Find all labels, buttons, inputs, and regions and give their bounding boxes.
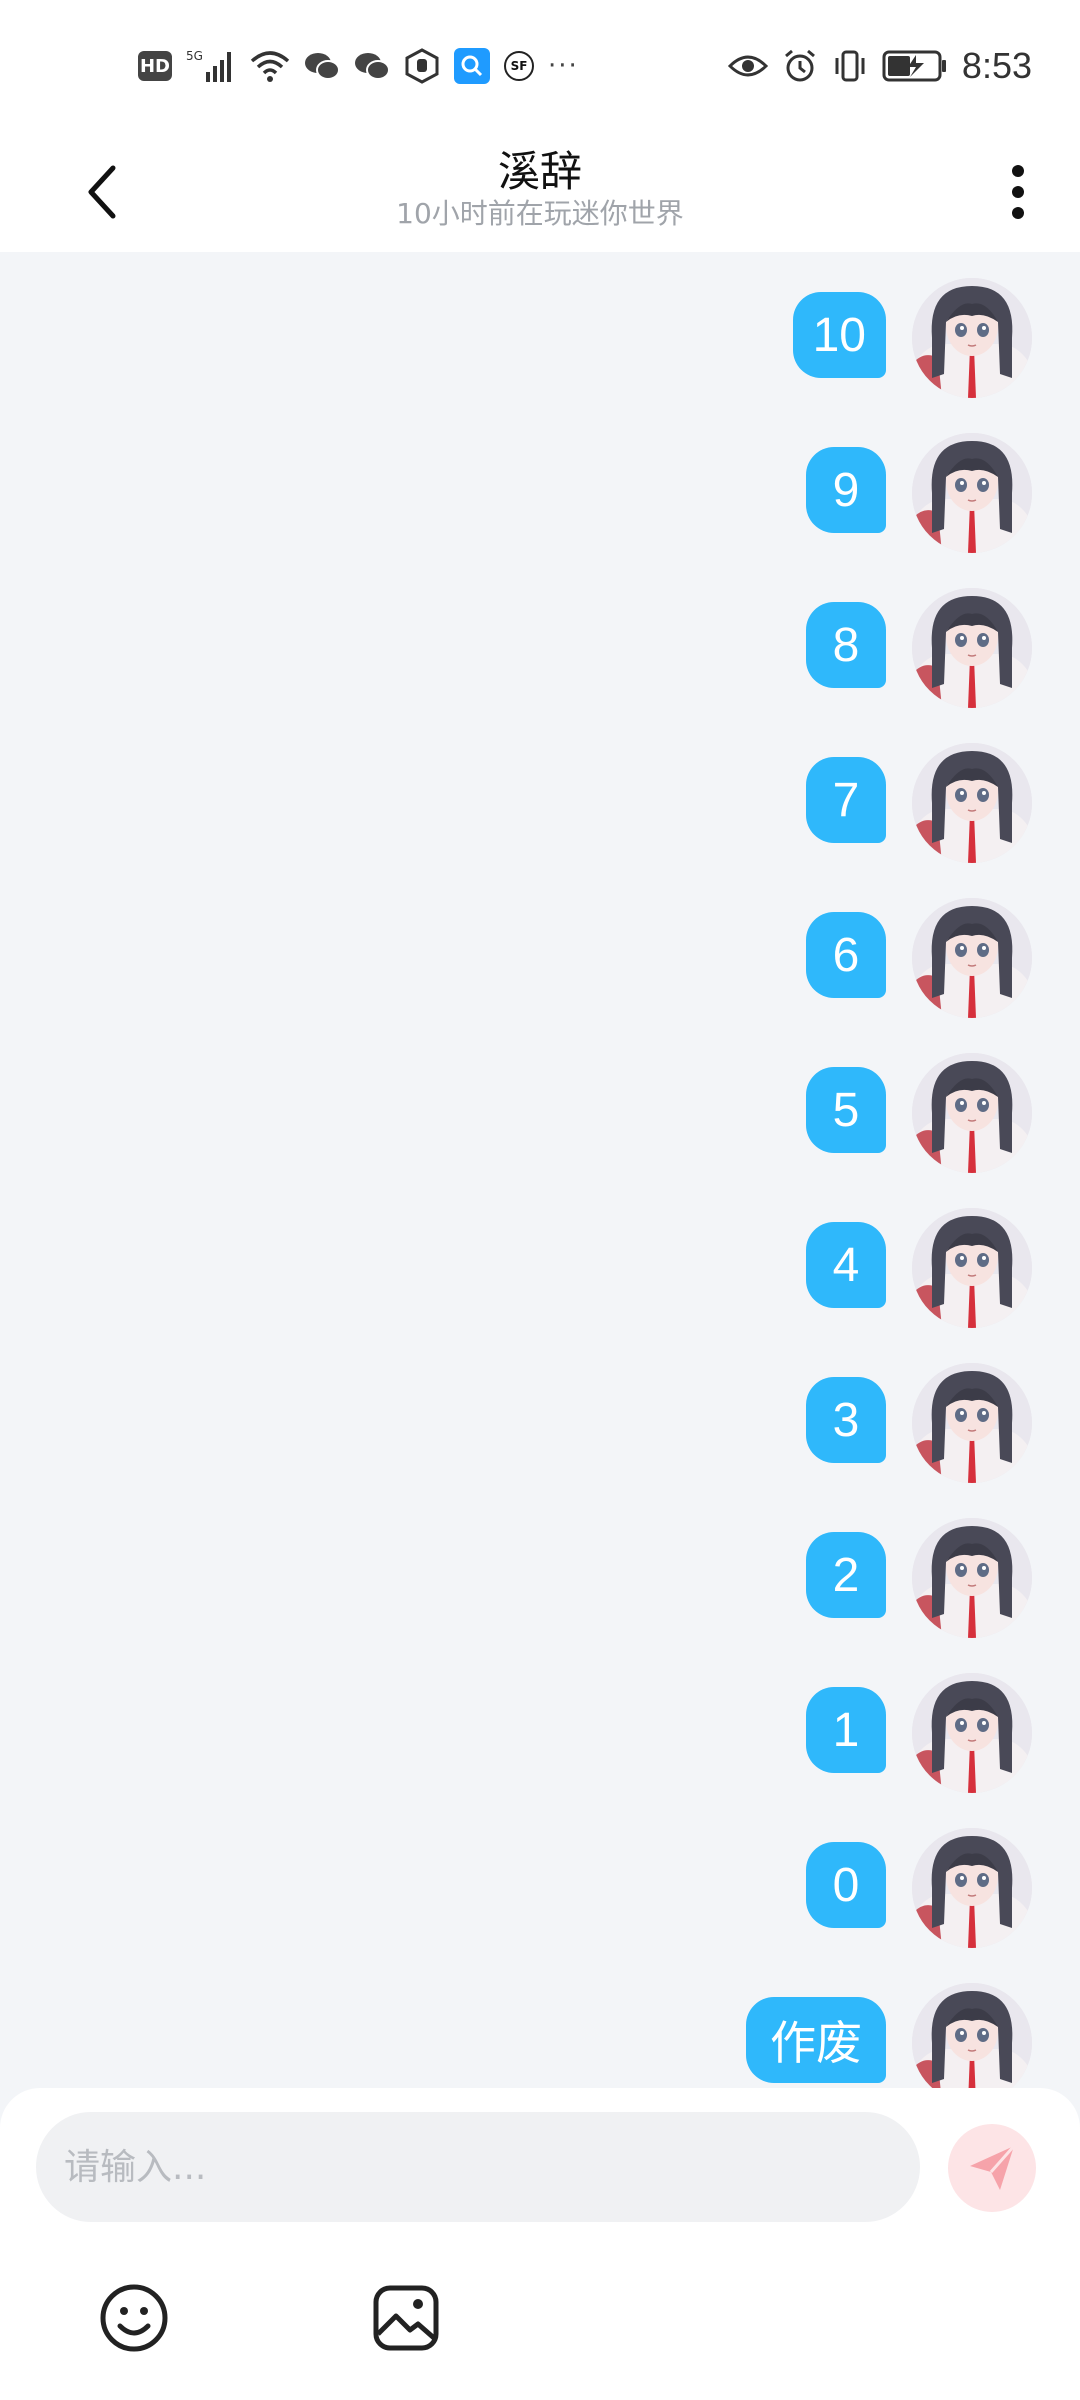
anime-avatar-image: [912, 1983, 1032, 2088]
sf-express-icon: SF: [504, 51, 534, 81]
message-bubble[interactable]: 5: [806, 1067, 886, 1153]
avatar[interactable]: [912, 1518, 1032, 1638]
more-notifications-icon: ···: [548, 51, 579, 81]
chat-header: 溪辞 10小时前在玩迷你世界: [0, 130, 1080, 252]
message-row: 9: [806, 433, 1032, 563]
contact-name: 溪辞: [497, 147, 582, 196]
hand-shield-icon: [404, 48, 440, 84]
message-row: 3: [806, 1363, 1032, 1493]
vibrate-icon: [832, 48, 868, 84]
more-options-button[interactable]: [986, 150, 1050, 234]
anime-avatar-image: [912, 1208, 1032, 1328]
message-bubble[interactable]: 7: [806, 757, 886, 843]
signal-icon: 5G: [186, 48, 236, 84]
paper-plane-icon: [970, 2145, 1016, 2190]
anime-avatar-image: [912, 1673, 1032, 1793]
status-bar: HD 5G SF ··· 8:53: [0, 0, 1080, 130]
message-row: 6: [806, 898, 1032, 1028]
eye-icon: [727, 52, 768, 80]
status-right-icons: 8:53: [727, 40, 1032, 92]
anime-avatar-image: [912, 433, 1032, 553]
svg-text:5G: 5G: [186, 49, 203, 63]
more-vertical-icon: [1012, 165, 1024, 219]
anime-avatar-image: [912, 1363, 1032, 1483]
avatar[interactable]: [912, 1673, 1032, 1793]
status-time: 8:53: [961, 45, 1032, 86]
wifi-icon: [250, 49, 290, 83]
anime-avatar-image: [912, 1053, 1032, 1173]
anime-avatar-image: [912, 1518, 1032, 1638]
message-bubble[interactable]: 作废: [746, 1997, 886, 2083]
avatar[interactable]: [912, 433, 1032, 553]
avatar[interactable]: [912, 898, 1032, 1018]
message-bubble[interactable]: 4: [806, 1222, 886, 1308]
smiley-icon: [100, 2284, 168, 2352]
avatar[interactable]: [912, 1208, 1032, 1328]
message-bubble[interactable]: 0: [806, 1842, 886, 1928]
message-bubble[interactable]: 1: [806, 1687, 886, 1773]
avatar[interactable]: [912, 1363, 1032, 1483]
message-bubble[interactable]: 6: [806, 912, 886, 998]
message-row: 0: [806, 1828, 1032, 1958]
message-row: 7: [806, 743, 1032, 873]
hd-icon: HD: [138, 51, 172, 81]
message-bubble[interactable]: 2: [806, 1532, 886, 1618]
battery-charging-icon: [882, 49, 948, 83]
message-row: 作废: [746, 1983, 1032, 2088]
message-row: 4: [806, 1208, 1032, 1338]
input-panel: [0, 2088, 1080, 2400]
anime-avatar-image: [912, 588, 1032, 708]
status-left-icons: HD 5G SF ···: [138, 40, 579, 92]
message-bubble[interactable]: 3: [806, 1377, 886, 1463]
image-button[interactable]: [366, 2278, 446, 2358]
emoji-button[interactable]: [94, 2278, 174, 2358]
message-input[interactable]: [36, 2112, 920, 2222]
message-row: 5: [806, 1053, 1032, 1183]
message-bubble[interactable]: 8: [806, 602, 886, 688]
image-icon: [373, 2285, 439, 2351]
send-button[interactable]: [948, 2124, 1036, 2212]
message-row: 1: [806, 1673, 1032, 1803]
search-app-icon: [454, 48, 490, 84]
message-list[interactable]: 10 9 8 7 6 5 4 3 2 1 0 作废: [0, 252, 1080, 2088]
avatar[interactable]: [912, 588, 1032, 708]
wechat-icon: [304, 50, 340, 82]
alarm-icon: [782, 48, 818, 84]
message-row: 10: [792, 278, 1032, 408]
avatar[interactable]: [912, 743, 1032, 863]
anime-avatar-image: [912, 898, 1032, 1018]
avatar[interactable]: [912, 1053, 1032, 1173]
message-bubble[interactable]: 10: [792, 292, 886, 378]
contact-status: 10小时前在玩迷你世界: [396, 197, 684, 230]
anime-avatar-image: [912, 743, 1032, 863]
anime-avatar-image: [912, 1828, 1032, 1948]
message-row: 2: [806, 1518, 1032, 1648]
anime-avatar-image: [912, 278, 1032, 398]
message-row: 8: [806, 588, 1032, 718]
avatar[interactable]: [912, 278, 1032, 398]
message-bubble[interactable]: 9: [806, 447, 886, 533]
avatar[interactable]: [912, 1983, 1032, 2088]
avatar[interactable]: [912, 1828, 1032, 1948]
wechat-icon-2: [354, 50, 390, 82]
